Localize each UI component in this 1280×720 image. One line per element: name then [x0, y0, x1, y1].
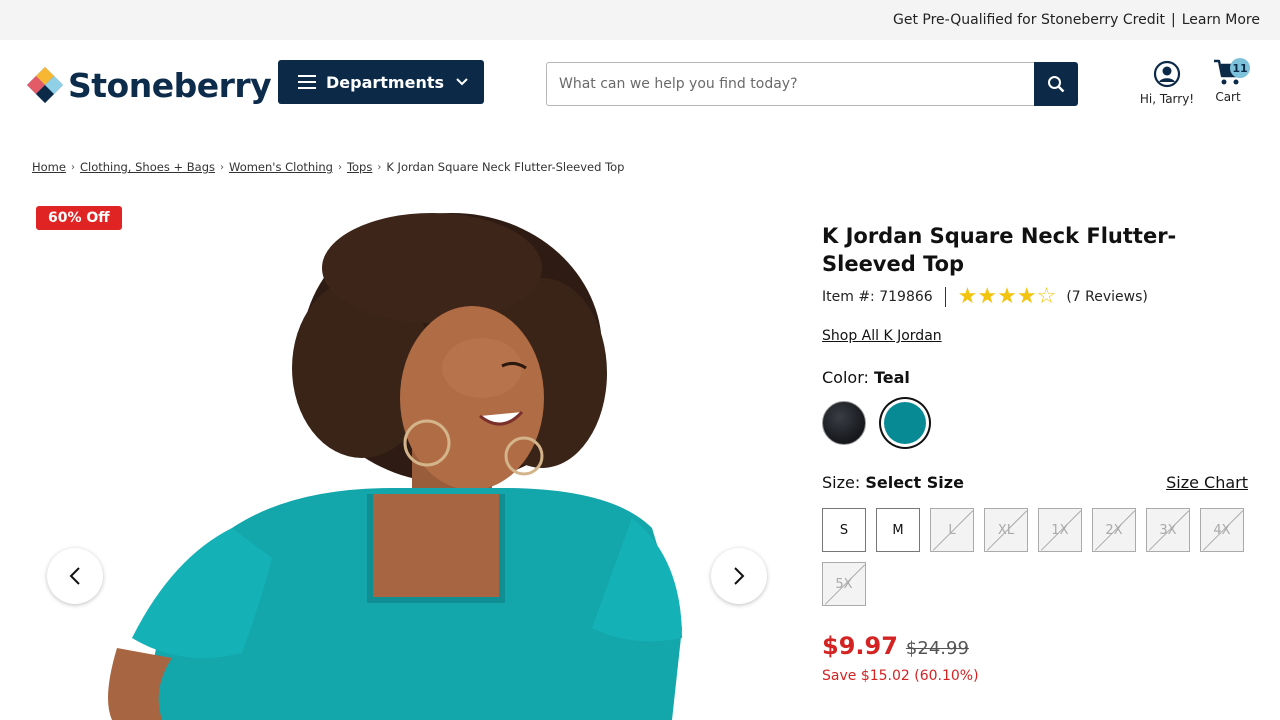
star-filled-icon: ★	[1016, 284, 1037, 309]
chevron-right-icon: ›	[377, 161, 382, 173]
reviews-link[interactable]: (7 Reviews)	[1066, 289, 1148, 305]
star-filled-icon: ★	[997, 284, 1017, 309]
discount-badge: 60% Off	[36, 206, 122, 230]
search-input[interactable]	[546, 62, 1034, 106]
size-chart-link[interactable]: Size Chart	[1166, 473, 1248, 492]
item-number: Item #: 719866	[822, 289, 933, 305]
size-option-3x[interactable]: 3X	[1146, 508, 1190, 552]
size-option-2x[interactable]: 2X	[1092, 508, 1136, 552]
savings-text: Save $15.02 (60.10%)	[822, 668, 979, 684]
promo-separator: |	[1170, 12, 1176, 28]
gallery-next-button[interactable]	[711, 548, 767, 604]
swatch-black[interactable]	[822, 401, 866, 445]
swatch-teal[interactable]	[884, 402, 926, 444]
chevron-right-icon: ›	[70, 161, 75, 173]
search-bar	[546, 62, 1078, 106]
account-label: Hi, Tarry!	[1139, 92, 1195, 106]
star-filled-icon: ★	[977, 284, 998, 309]
chevron-right-icon: ›	[220, 161, 224, 173]
original-price: $24.99	[905, 638, 969, 659]
logo[interactable]: Stoneberry	[24, 64, 272, 106]
size-option-xl[interactable]: XL	[984, 508, 1028, 552]
color-swatches	[822, 401, 1248, 445]
product-info: K Jordan Square Neck Flutter-Sleeved Top…	[822, 222, 1248, 684]
breadcrumb-tops[interactable]: Tops	[347, 160, 372, 174]
cart-count-badge: 11	[1230, 58, 1250, 78]
breadcrumb-clothing[interactable]: Clothing, Shoes + Bags	[80, 160, 215, 174]
chevron-right-icon: ›	[337, 161, 342, 173]
cart-button[interactable]: Cart 11	[1208, 58, 1250, 104]
departments-button[interactable]: Departments	[278, 60, 484, 104]
size-options: S M L XL 1X 2X 3X 4X 5X	[822, 508, 1262, 606]
size-option-5x[interactable]: 5X	[822, 562, 866, 606]
divider	[944, 287, 946, 307]
product-image[interactable]	[32, 198, 782, 720]
rating-stars[interactable]: ★ ★ ★ ★ ☆	[958, 286, 1057, 308]
search-icon	[1048, 76, 1065, 93]
color-label: Color:	[822, 368, 869, 387]
star-filled-icon: ★	[957, 284, 978, 309]
size-option-l[interactable]: L	[930, 508, 974, 552]
promo-bar: Get Pre-Qualified for Stoneberry Credit …	[0, 0, 1280, 40]
sale-price: $9.97	[822, 632, 898, 660]
shop-all-brand-link[interactable]: Shop All K Jordan	[822, 328, 942, 344]
hamburger-icon	[298, 75, 316, 89]
size-selection: Size: Select Size Size Chart	[822, 473, 1248, 492]
breadcrumb-womens-clothing[interactable]: Women's Clothing	[229, 160, 333, 174]
selected-size: Select Size	[865, 473, 964, 492]
learn-more-link[interactable]: Learn More	[1182, 12, 1260, 28]
selected-color: Teal	[873, 368, 910, 387]
price-row: $9.97 $24.99	[822, 632, 1248, 660]
gallery-prev-button[interactable]	[47, 548, 103, 604]
logo-mark-icon	[27, 67, 63, 103]
chevron-right-icon	[734, 567, 745, 585]
user-icon	[1153, 60, 1181, 88]
size-label: Size:	[822, 473, 861, 492]
size-option-s[interactable]: S	[822, 508, 866, 552]
product-photo	[32, 198, 782, 720]
chevron-left-icon	[69, 567, 80, 585]
size-option-1x[interactable]: 1X	[1038, 508, 1082, 552]
star-empty-icon: ☆	[1036, 284, 1057, 309]
account-button[interactable]: Hi, Tarry!	[1136, 60, 1198, 106]
size-option-m[interactable]: M	[876, 508, 920, 552]
chevron-down-icon	[456, 78, 468, 86]
product-meta: Item #: 719866 ★ ★ ★ ★ ☆ (7 Reviews)	[822, 286, 1248, 308]
product-title: K Jordan Square Neck Flutter-Sleeved Top	[822, 224, 1177, 276]
logo-text: Stoneberry	[68, 65, 272, 105]
promo-text[interactable]: Get Pre-Qualified for Stoneberry Credit	[893, 12, 1165, 28]
search-button[interactable]	[1034, 62, 1078, 106]
size-option-4x[interactable]: 4X	[1200, 508, 1244, 552]
color-selection: Color: Teal	[822, 368, 1248, 387]
site-header: Stoneberry Departments Hi, Tarry!	[0, 40, 1280, 130]
breadcrumb-current: K Jordan Square Neck Flutter-Sleeved Top	[386, 160, 625, 174]
cart-label: Cart	[1215, 90, 1241, 104]
departments-label: Departments	[326, 72, 445, 92]
breadcrumb: Home › Clothing, Shoes + Bags › Women's …	[32, 160, 624, 174]
breadcrumb-home[interactable]: Home	[32, 160, 66, 174]
